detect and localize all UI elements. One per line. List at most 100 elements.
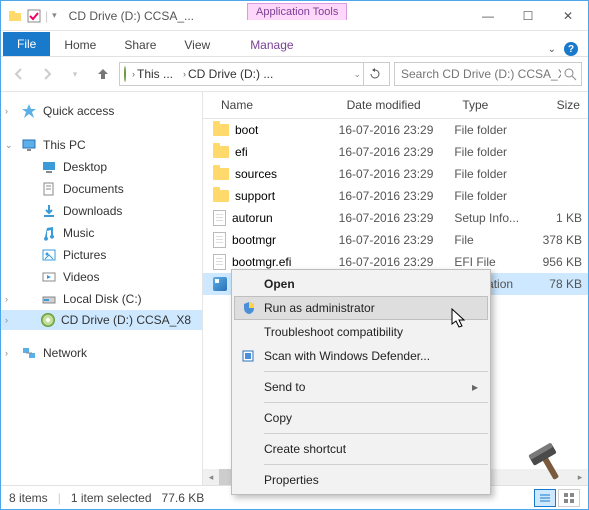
file-name: bootmgr: [232, 233, 276, 247]
chevron-right-icon: ▸: [472, 380, 478, 394]
file-row[interactable]: support16-07-2016 23:29File folder: [203, 185, 588, 207]
nav-downloads[interactable]: Downloads: [1, 200, 202, 222]
file-name: support: [235, 189, 275, 203]
nav-music[interactable]: Music: [1, 222, 202, 244]
cell-date: 16-07-2016 23:29: [339, 145, 455, 159]
cell-name: efi: [213, 145, 339, 159]
qat-dropdown-icon[interactable]: ▾: [52, 10, 57, 21]
tab-manage[interactable]: Manage: [236, 34, 307, 56]
nav-local-disk[interactable]: › Local Disk (C:): [1, 288, 202, 310]
chevron-right-icon[interactable]: ›: [5, 106, 8, 116]
back-arrow-icon: [11, 66, 27, 82]
refresh-icon: [369, 68, 381, 80]
column-type[interactable]: Type: [454, 92, 538, 118]
nav-history-button[interactable]: ▾: [63, 62, 87, 86]
cell-type: File folder: [454, 123, 538, 137]
folder-icon: [213, 190, 229, 202]
file-row[interactable]: bootmgr16-07-2016 23:29File378 KB: [203, 229, 588, 251]
close-button[interactable]: ✕: [548, 2, 588, 30]
tab-file[interactable]: File: [3, 32, 50, 56]
music-icon: [41, 225, 57, 241]
chevron-right-icon[interactable]: ›: [5, 348, 8, 358]
file-name: sources: [235, 167, 277, 181]
setup-icon: [213, 277, 227, 291]
file-row[interactable]: sources16-07-2016 23:29File folder: [203, 163, 588, 185]
ctx-open[interactable]: Open: [234, 272, 488, 296]
nav-label: Network: [43, 346, 87, 360]
cell-size: 1 KB: [538, 211, 588, 225]
cell-name: bootmgr: [213, 232, 339, 248]
cell-date: 16-07-2016 23:29: [339, 233, 455, 247]
file-row[interactable]: autorun16-07-2016 23:29Setup Info...1 KB: [203, 207, 588, 229]
help-icon[interactable]: ?: [564, 42, 578, 56]
status-size: 77.6 KB: [162, 491, 205, 505]
refresh-button[interactable]: [363, 63, 385, 85]
cell-type: EFI File: [454, 255, 538, 269]
cell-name: support: [213, 189, 339, 203]
ctx-separator: [264, 433, 488, 434]
tab-share[interactable]: Share: [110, 34, 170, 56]
cell-size: 378 KB: [538, 233, 588, 247]
scroll-left-btn[interactable]: ◂: [203, 469, 219, 485]
ctx-run-admin[interactable]: Run as administrator: [234, 296, 488, 320]
chevron-down-icon[interactable]: ⌄: [5, 140, 13, 151]
search-input[interactable]: [399, 66, 563, 82]
ctx-copy[interactable]: Copy: [234, 406, 488, 430]
ctx-troubleshoot[interactable]: Troubleshoot compatibility: [234, 320, 488, 344]
ctx-label: Troubleshoot compatibility: [264, 325, 403, 339]
ctx-separator: [264, 371, 488, 372]
cell-type: File folder: [454, 145, 538, 159]
search-box[interactable]: [394, 62, 582, 86]
nav-up-button[interactable]: [91, 62, 115, 86]
nav-forward-button[interactable]: [35, 62, 59, 86]
nav-back-button[interactable]: [7, 62, 31, 86]
ribbon-right: ⌄ ?: [548, 42, 588, 56]
breadcrumb-crumb[interactable]: ›This ...: [128, 67, 177, 81]
minimize-button[interactable]: —: [468, 2, 508, 30]
file-row[interactable]: boot16-07-2016 23:29File folder: [203, 119, 588, 141]
ctx-label: Create shortcut: [264, 442, 346, 456]
tab-home[interactable]: Home: [50, 34, 110, 56]
nav-cd-drive[interactable]: › CD Drive (D:) CCSA_X8: [1, 310, 202, 330]
ctx-send-to[interactable]: Send to▸: [234, 375, 488, 399]
downloads-icon: [41, 203, 57, 219]
cell-date: 16-07-2016 23:29: [339, 123, 455, 137]
address-bar: ▾ ›This ... ›CD Drive (D:) ... ⌄: [1, 57, 588, 91]
ctx-properties[interactable]: Properties: [234, 468, 488, 492]
file-row[interactable]: efi16-07-2016 23:29File folder: [203, 141, 588, 163]
ctx-create-shortcut[interactable]: Create shortcut: [234, 437, 488, 461]
breadcrumb-current[interactable]: CD Drive (D:) ...: [188, 67, 273, 81]
tab-view[interactable]: View: [170, 34, 224, 56]
nav-documents[interactable]: Documents: [1, 178, 202, 200]
nav-network[interactable]: › Network: [1, 342, 202, 364]
chevron-right-icon[interactable]: ›: [5, 294, 8, 304]
icons-view-button[interactable]: [558, 489, 580, 507]
nav-desktop[interactable]: Desktop: [1, 156, 202, 178]
details-view-button[interactable]: [534, 489, 556, 507]
nav-this-pc[interactable]: ⌄ This PC: [1, 134, 202, 156]
nav-label: Downloads: [63, 204, 122, 218]
properties-checkbox-icon[interactable]: [27, 9, 41, 23]
ctx-label: Open: [264, 277, 295, 291]
nav-quick-access[interactable]: › Quick access: [1, 100, 202, 122]
column-size[interactable]: Size: [538, 92, 588, 118]
quick-access-toolbar: | ▾: [1, 8, 63, 24]
chevron-right-icon[interactable]: ›: [5, 315, 8, 325]
column-date[interactable]: Date modified: [339, 92, 455, 118]
drive-icon: [41, 291, 57, 307]
breadcrumb-dropdown-icon[interactable]: ⌄: [353, 69, 361, 80]
ctx-scan-defender[interactable]: Scan with Windows Defender...: [234, 344, 488, 368]
defender-icon: [240, 348, 256, 364]
search-icon: [563, 67, 577, 81]
column-name[interactable]: Name: [213, 92, 339, 118]
breadcrumb-root[interactable]: This ...: [137, 67, 173, 81]
breadcrumb-crumb[interactable]: ›CD Drive (D:) ...: [179, 67, 277, 81]
context-menu: Open Run as administrator Troubleshoot c…: [231, 269, 491, 495]
maximize-button[interactable]: ☐: [508, 2, 548, 30]
nav-pictures[interactable]: Pictures: [1, 244, 202, 266]
nav-videos[interactable]: Videos: [1, 266, 202, 288]
ribbon-expand-icon[interactable]: ⌄: [548, 44, 556, 55]
nav-label: Quick access: [43, 104, 114, 118]
scroll-right-btn[interactable]: ▸: [572, 469, 588, 485]
breadcrumb[interactable]: ›This ... ›CD Drive (D:) ... ⌄: [119, 62, 390, 86]
